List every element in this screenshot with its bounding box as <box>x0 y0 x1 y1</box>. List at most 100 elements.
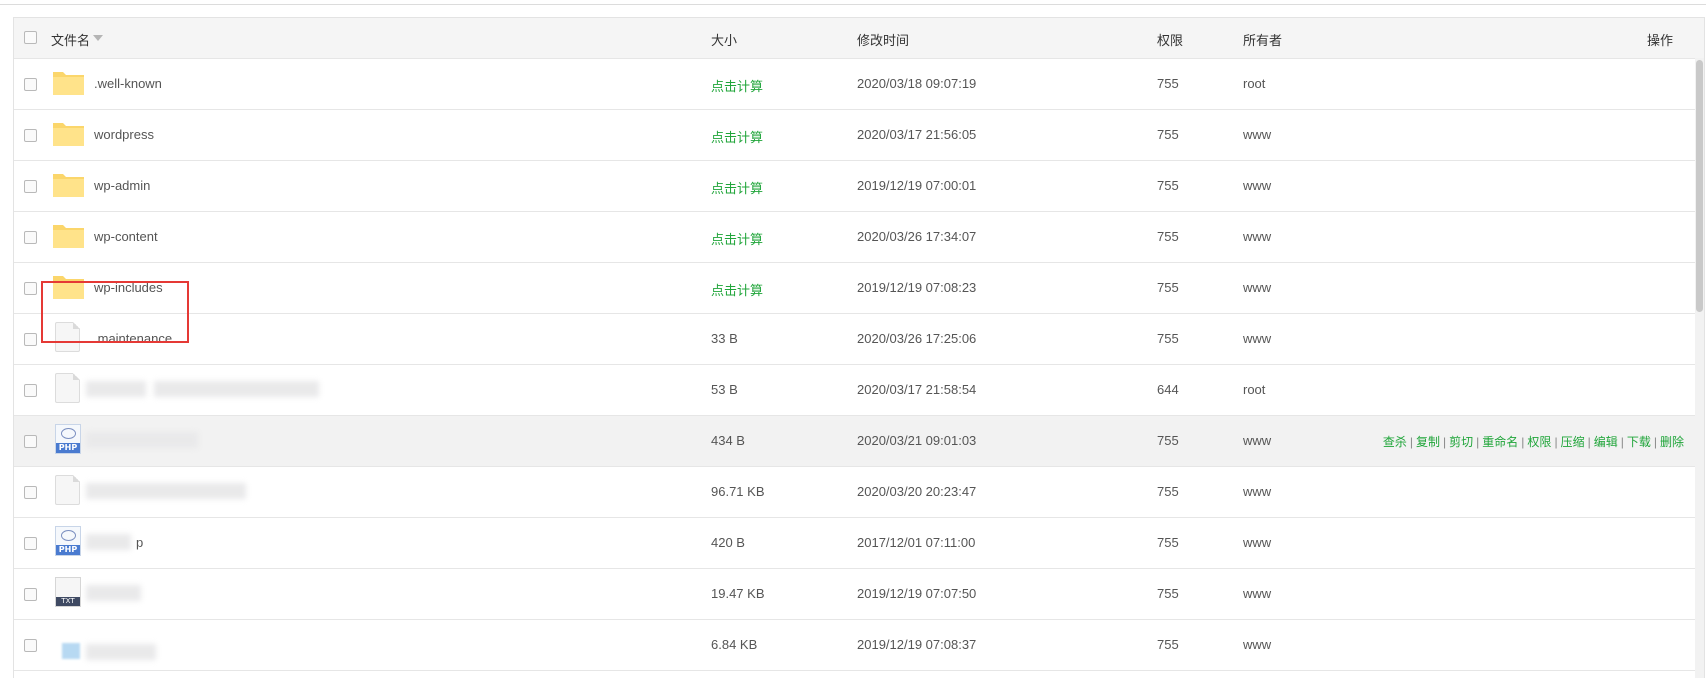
folder-icon[interactable] <box>52 170 85 200</box>
owner: www <box>1243 433 1272 448</box>
table-row[interactable]: wp-content 点击计算 2020/03/26 17:34:07 755 www <box>14 212 1704 263</box>
owner: root <box>1243 76 1266 91</box>
modified-time: 2019/12/19 07:00:01 <box>857 178 977 193</box>
row-checkbox[interactable] <box>24 639 37 652</box>
action-separator: | <box>1476 435 1480 449</box>
owner: www <box>1243 127 1272 142</box>
file-size: 420 B <box>711 535 745 550</box>
action-5[interactable]: 压缩 <box>1561 435 1585 449</box>
table-row[interactable]: 6.84 KB 2019/12/19 07:08:37 755 www <box>14 620 1704 671</box>
permission: 755 <box>1157 127 1179 142</box>
action-7[interactable]: 下载 <box>1627 435 1651 449</box>
action-separator: | <box>1409 435 1413 449</box>
permission: 755 <box>1157 586 1179 601</box>
modified-time: 2020/03/17 21:56:05 <box>857 127 977 142</box>
permission: 644 <box>1157 382 1179 397</box>
action-separator: | <box>1554 435 1558 449</box>
permission: 755 <box>1157 280 1179 295</box>
php-file-icon[interactable]: PHP <box>55 526 81 556</box>
file-name-link[interactable]: .well-known <box>94 76 162 91</box>
calculate-size-link[interactable]: 点击计算 <box>711 76 763 95</box>
action-2[interactable]: 剪切 <box>1449 435 1473 449</box>
table-row[interactable]: wp-includes 点击计算 2019/12/19 07:08:23 755 www <box>14 263 1704 314</box>
file-icon[interactable] <box>55 373 80 403</box>
file-size: 96.71 KB <box>711 484 765 499</box>
redacted-filename <box>86 534 131 550</box>
file-name-link[interactable]: wp-content <box>94 229 158 244</box>
table-row[interactable]: PHP 434 B 2020/03/21 09:01:03 755 www 查杀 | 复制 | 剪… <box>14 416 1704 467</box>
owner: www <box>1243 280 1272 295</box>
sort-caret-icon[interactable] <box>93 35 103 41</box>
permission: 755 <box>1157 178 1179 193</box>
action-8[interactable]: 删除 <box>1660 435 1684 449</box>
file-size: 53 B <box>711 382 738 397</box>
file-name-link[interactable]: p <box>136 535 143 550</box>
top-divider <box>0 4 1706 5</box>
permission: 755 <box>1157 76 1179 91</box>
row-checkbox[interactable] <box>24 78 37 91</box>
table-row[interactable]: PHP p 420 B 2017/12/01 07:11:00 755 www <box>14 518 1704 569</box>
scrollbar-thumb[interactable] <box>1696 60 1703 312</box>
row-checkbox[interactable] <box>24 129 37 142</box>
file-list-table: 文件名 大小 修改时间 权限 所有者 操作 .well-known 点击计算 202… <box>13 17 1705 678</box>
file-size: 434 B <box>711 433 745 448</box>
header-name[interactable]: 文件名 <box>51 30 90 49</box>
select-all-checkbox[interactable] <box>24 31 37 44</box>
calculate-size-link[interactable]: 点击计算 <box>711 178 763 197</box>
header-mtime[interactable]: 修改时间 <box>857 30 909 49</box>
file-name-link[interactable]: wordpress <box>94 127 154 142</box>
row-checkbox[interactable] <box>24 282 37 295</box>
header-ops: 操作 <box>1646 33 1673 48</box>
table-row[interactable]: 96.71 KB 2020/03/20 20:23:47 755 www <box>14 467 1704 518</box>
row-checkbox[interactable] <box>24 384 37 397</box>
redacted-filename <box>154 381 319 397</box>
modified-time: 2020/03/17 21:58:54 <box>857 382 977 397</box>
modified-time: 2019/12/19 07:08:23 <box>857 280 977 295</box>
action-0[interactable]: 查杀 <box>1383 435 1407 449</box>
owner: www <box>1243 331 1272 346</box>
folder-icon[interactable] <box>52 68 85 98</box>
action-1[interactable]: 复制 <box>1416 435 1440 449</box>
row-checkbox[interactable] <box>24 333 37 346</box>
redacted-filename <box>86 432 198 448</box>
row-checkbox[interactable] <box>24 486 37 499</box>
table-row[interactable]: .maintenance 33 B 2020/03/26 17:25:06 755 ww… <box>14 314 1704 365</box>
header-size[interactable]: 大小 <box>711 30 737 49</box>
action-separator: | <box>1443 435 1447 449</box>
modified-time: 2017/12/01 07:11:00 <box>857 535 976 550</box>
header-perm[interactable]: 权限 <box>1157 30 1183 49</box>
image-file-icon[interactable] <box>52 629 85 659</box>
redacted-filename <box>86 644 156 660</box>
action-4[interactable]: 权限 <box>1527 435 1551 449</box>
action-separator: | <box>1653 435 1657 449</box>
calculate-size-link[interactable]: 点击计算 <box>711 280 763 299</box>
row-checkbox[interactable] <box>24 231 37 244</box>
row-checkbox[interactable] <box>24 180 37 193</box>
table-row[interactable]: .well-known 点击计算 2020/03/18 09:07:19 755 roo… <box>14 59 1704 110</box>
folder-icon[interactable] <box>52 221 85 251</box>
file-icon[interactable] <box>55 475 80 505</box>
php-file-icon[interactable]: PHP <box>55 424 81 454</box>
scrollbar[interactable] <box>1695 58 1704 678</box>
table-row[interactable]: wordpress 点击计算 2020/03/17 21:56:05 755 www <box>14 110 1704 161</box>
modified-time: 2020/03/20 20:23:47 <box>857 484 977 499</box>
owner: www <box>1243 586 1272 601</box>
txt-file-icon[interactable]: TXT <box>55 577 81 607</box>
row-checkbox[interactable] <box>24 435 37 448</box>
row-checkbox[interactable] <box>24 588 37 601</box>
header-owner[interactable]: 所有者 <box>1243 30 1282 49</box>
folder-icon[interactable] <box>52 119 85 149</box>
table-row[interactable]: wp-admin 点击计算 2019/12/19 07:00:01 755 www <box>14 161 1704 212</box>
action-6[interactable]: 编辑 <box>1594 435 1618 449</box>
table-row[interactable]: TXT 19.47 KB 2019/12/19 07:07:50 755 www <box>14 569 1704 620</box>
row-checkbox[interactable] <box>24 537 37 550</box>
owner: www <box>1243 178 1272 193</box>
file-name-link[interactable]: wp-admin <box>94 178 150 193</box>
table-row[interactable]: 53 B 2020/03/17 21:58:54 644 root <box>14 365 1704 416</box>
owner: www <box>1243 229 1272 244</box>
calculate-size-link[interactable]: 点击计算 <box>711 229 763 248</box>
calculate-size-link[interactable]: 点击计算 <box>711 127 763 146</box>
permission: 755 <box>1157 229 1179 244</box>
row-actions: 查杀 | 复制 | 剪切 | 重命名 | 权限 | 压缩 | 编辑 | 下载 | 删除 <box>1383 433 1684 450</box>
action-3[interactable]: 重命名 <box>1482 435 1518 449</box>
